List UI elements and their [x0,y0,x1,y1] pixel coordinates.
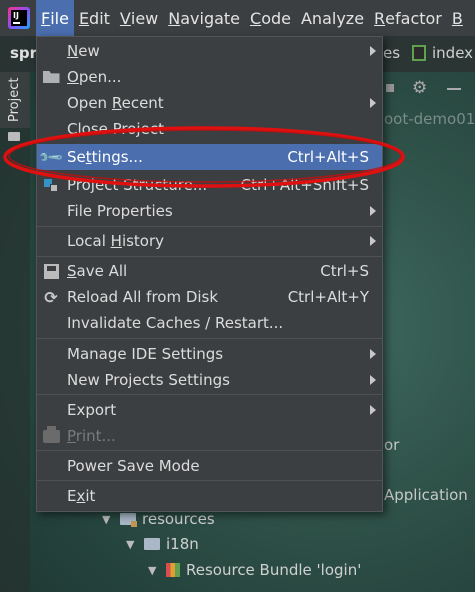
left-tool-strip [0,72,30,592]
menu-build[interactable]: B [447,0,468,36]
main-menubar: IJ File Edit View Navigate Code Analyze … [0,0,475,36]
submenu-arrow-icon [370,46,376,56]
menu-separator [37,226,382,227]
chevron-down-icon: ▼ [148,563,157,577]
menu-item-open[interactable]: Open... [37,64,382,90]
tree-row-i18n[interactable]: ▼ i18n [126,535,199,553]
menu-analyze[interactable]: Analyze [296,0,369,36]
wrench-icon: 🔧 [37,143,65,171]
gear-icon[interactable]: ⚙ [412,78,427,98]
project-structure-icon [42,177,60,193]
menu-item-settings[interactable]: 🔧 Settings... Ctrl+Alt+S [37,143,382,171]
menu-navigate[interactable]: Navigate [163,0,245,36]
submenu-arrow-icon [370,405,376,415]
tree-label: Resource Bundle 'login' [186,561,362,579]
breadcrumb-file-label: index [432,44,474,62]
breadcrumb-fragment[interactable]: es [383,44,400,62]
menu-separator [37,338,382,339]
submenu-arrow-icon [370,236,376,246]
menu-item-print[interactable]: Print... [37,423,382,449]
tree-row-resource-bundle[interactable]: ▼ Resource Bundle 'login' [148,561,361,579]
folder-icon [8,132,20,141]
menu-separator [37,450,382,451]
menu-item-open-recent[interactable]: Open Recent [37,90,382,116]
folder-icon [144,538,160,550]
resource-bundle-icon [166,563,180,577]
printer-icon [42,425,60,444]
menu-code[interactable]: Code [245,0,296,36]
shortcut-label: Ctrl+Alt+Y [287,288,369,306]
menu-file[interactable]: File [36,0,74,36]
submenu-arrow-icon [370,98,376,108]
menu-item-power-save-mode[interactable]: Power Save Mode [37,453,382,479]
file-menu-dropdown: New Open... Open Recent Close Project 🔧 … [36,36,383,512]
resources-folder-icon [120,513,137,527]
scroll-from-source-icon[interactable] [386,84,394,92]
menu-item-new-projects-settings[interactable]: New Projects Settings [37,367,382,393]
menu-separator [37,394,382,395]
menu-item-project-structure[interactable]: Project Structure... Ctrl+Alt+Shift+S [37,172,382,198]
project-root-fragment: oot-demo01 [384,110,475,128]
menu-item-save-all[interactable]: Save All Ctrl+S [37,258,382,284]
menu-item-exit[interactable]: Exit [37,483,382,509]
menu-item-close-project[interactable]: Close Project [37,116,382,142]
menu-item-new[interactable]: New [37,38,382,64]
submenu-arrow-icon [370,206,376,216]
menu-refactor[interactable]: Refactor [369,0,447,36]
intellij-logo-icon: IJ [8,7,30,29]
breadcrumb-file[interactable]: index [412,44,473,62]
tree-label: resources [142,510,215,528]
submenu-arrow-icon [370,349,376,359]
menu-item-local-history[interactable]: Local History [37,228,382,254]
reload-icon: ⟳ [44,287,58,307]
menu-item-file-properties[interactable]: File Properties [37,198,382,224]
html-file-icon [412,45,426,61]
open-folder-icon [42,69,60,85]
project-name: spr [10,44,38,62]
project-tab-label: Project [7,77,22,122]
chevron-down-icon: ▼ [126,537,135,551]
menu-separator [37,256,382,257]
menu-item-manage-ide-settings[interactable]: Manage IDE Settings [37,341,382,367]
tree-row-resources[interactable]: ▼ resources [102,510,215,528]
menu-view[interactable]: View [115,0,163,36]
submenu-arrow-icon [370,375,376,385]
save-disk-icon [42,263,60,279]
tree-fragment-application: Application [384,486,468,504]
menu-item-reload-all[interactable]: ⟳ Reload All from Disk Ctrl+Alt+Y [37,284,382,310]
chevron-down-icon: ▼ [102,512,111,526]
tree-fragment-or: or [384,436,400,454]
menu-edit[interactable]: Edit [74,0,115,36]
menu-item-export[interactable]: Export [37,397,382,423]
menu-separator [37,480,382,481]
menu-item-invalidate-caches[interactable]: Invalidate Caches / Restart... [37,310,382,336]
shortcut-label: Ctrl+Alt+Shift+S [240,176,369,194]
minimize-icon[interactable] [447,88,461,90]
tree-label: i18n [166,535,199,553]
project-tool-window-tab[interactable]: Project [0,72,30,128]
shortcut-label: Ctrl+Alt+S [287,148,369,166]
shortcut-label: Ctrl+S [320,262,369,280]
